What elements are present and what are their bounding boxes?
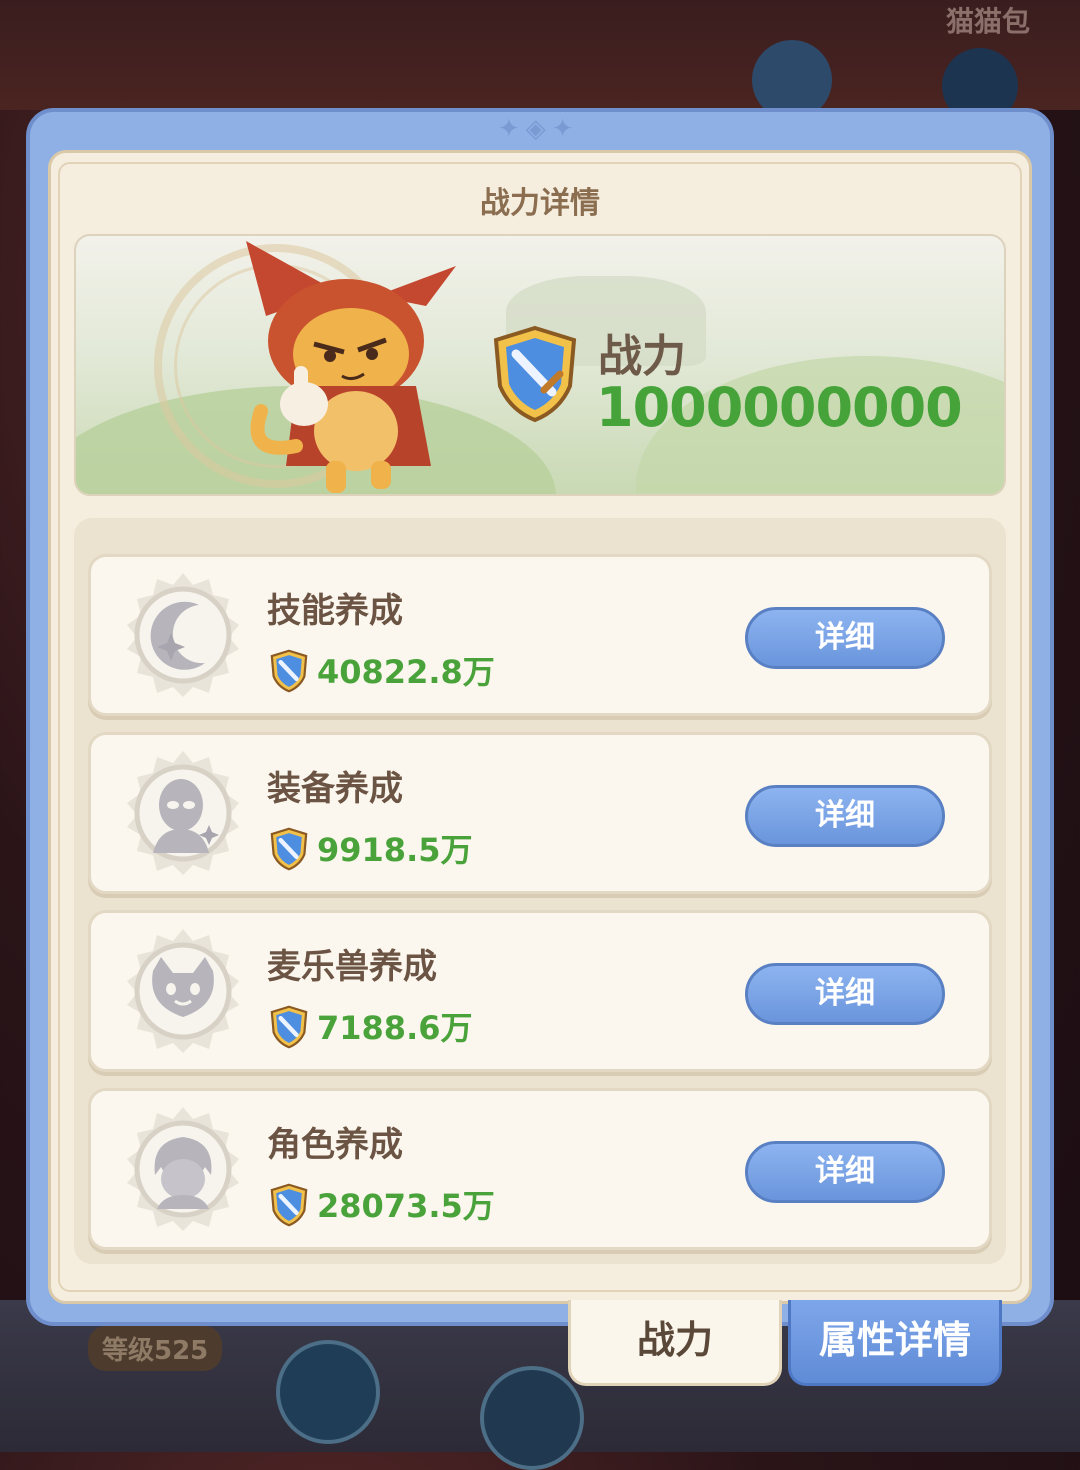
cat-character-icon <box>246 241 456 493</box>
power-shield-icon <box>493 325 577 423</box>
power-label: 战力 <box>598 331 686 382</box>
power-banner: 战力 1000000000 <box>74 234 1006 496</box>
cat-face-icon <box>127 929 239 1053</box>
tab-power[interactable]: 战力 <box>568 1300 782 1386</box>
background-skill-2 <box>480 1366 584 1470</box>
category-value: 40822.8万 <box>317 653 495 691</box>
background-skill-1 <box>276 1340 380 1444</box>
tab-attribute-details[interactable]: 属性详情 <box>788 1300 1002 1386</box>
detail-button[interactable]: 详细 <box>745 963 945 1025</box>
category-row-pet: 麦乐兽养成 7188.6万 详细 <box>88 910 992 1072</box>
hair-head-icon <box>127 1107 239 1231</box>
detail-button[interactable]: 详细 <box>745 1141 945 1203</box>
category-name: 角色养成 <box>267 1125 403 1165</box>
category-row-character: 角色养成 28073.5万 详细 <box>88 1088 992 1250</box>
moon-sparkle-icon <box>127 573 239 697</box>
alien-head-icon <box>127 751 239 875</box>
category-value: 28073.5万 <box>317 1187 495 1225</box>
detail-button[interactable]: 详细 <box>745 785 945 847</box>
power-shield-icon <box>270 1005 308 1049</box>
category-value: 7188.6万 <box>317 1009 473 1047</box>
category-name: 装备养成 <box>267 769 403 809</box>
category-row-equipment: 装备养成 9918.5万 详细 <box>88 732 992 894</box>
category-value: 9918.5万 <box>317 831 473 869</box>
power-shield-icon <box>270 649 308 693</box>
power-shield-icon <box>270 827 308 871</box>
background-top-bar <box>0 0 1080 110</box>
category-name: 技能养成 <box>267 591 403 631</box>
category-row-skill: 技能养成 40822.8万 详细 <box>88 554 992 716</box>
power-value: 1000000000 <box>596 376 963 439</box>
category-name: 麦乐兽养成 <box>267 947 437 987</box>
level-badge: 等级525 <box>88 1326 223 1371</box>
power-shield-icon <box>270 1183 308 1227</box>
background-top-label: 猫猫包 <box>945 5 1030 38</box>
detail-button[interactable]: 详细 <box>745 607 945 669</box>
dialog-title: 战力详情 <box>480 186 600 221</box>
ornament-icon: ✦◈✦ <box>498 114 580 144</box>
